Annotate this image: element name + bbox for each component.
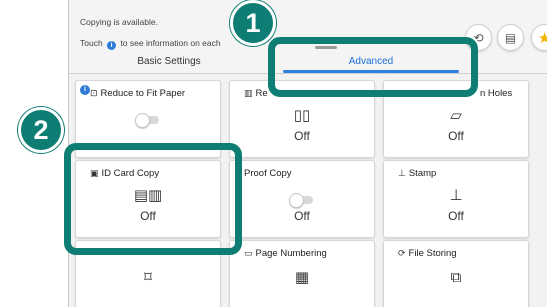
- info-hint-prefix: Touch: [80, 38, 103, 48]
- card-label: Re: [255, 88, 268, 99]
- info-hint: Touch i to see information on each: [80, 38, 221, 50]
- page-number-icon: ▭: [244, 248, 253, 258]
- card-file-storing[interactable]: ⟳ File Storing ⧉: [383, 240, 529, 307]
- toggle-switch-off[interactable]: [135, 113, 159, 129]
- toggle-switch-off[interactable]: [289, 193, 313, 209]
- file-storing-large-icon: ⧉: [450, 269, 462, 286]
- open-book-icon: ▯▯: [293, 107, 311, 124]
- card-label: Proof Copy: [244, 168, 292, 179]
- info-icon: i: [107, 41, 117, 50]
- card-value: Off: [294, 129, 310, 143]
- file-storing-icon: ⟳: [398, 248, 406, 258]
- step-badge-1: 1: [230, 0, 276, 46]
- book-icon: ▥: [244, 88, 253, 98]
- stamp-large-icon: ⊥: [449, 187, 463, 204]
- card-value: Off: [294, 209, 310, 223]
- card-label: n Holes: [480, 88, 513, 99]
- punch-page-icon: ▱: [450, 107, 462, 124]
- info-icon[interactable]: i: [80, 85, 90, 95]
- program-icon[interactable]: ▤: [497, 24, 524, 51]
- status-message: Copying is available.: [80, 17, 158, 27]
- card-label: Page Numbering: [255, 248, 327, 259]
- numbered-page-icon: ▦: [294, 269, 310, 286]
- info-hint-suffix: to see information on each: [120, 38, 221, 48]
- card-page-numbering[interactable]: ▭ Page Numbering ▦: [229, 240, 375, 307]
- overlay-icon: ⌑: [144, 269, 152, 286]
- card-label: File Storing: [408, 248, 457, 259]
- reduce-icon: ⊡: [90, 88, 98, 98]
- callout-highlight-advanced-tab: [268, 37, 478, 97]
- card-label: Stamp: [408, 168, 437, 179]
- card-label: Reduce to Fit Paper: [100, 88, 186, 99]
- step-badge-2: 2: [18, 107, 64, 153]
- favorite-star-icon[interactable]: ★: [531, 24, 547, 51]
- stamp-icon: ⊥: [398, 168, 406, 178]
- card-value: Off: [448, 129, 464, 143]
- callout-highlight-id-card-copy: [64, 143, 242, 255]
- card-value: Off: [448, 209, 464, 223]
- card-stamp[interactable]: ⊥ Stamp ⊥ Off: [383, 160, 529, 238]
- tab-basic-settings[interactable]: Basic Settings: [69, 54, 269, 74]
- card-proof-copy[interactable]: Proof Copy Off: [229, 160, 375, 238]
